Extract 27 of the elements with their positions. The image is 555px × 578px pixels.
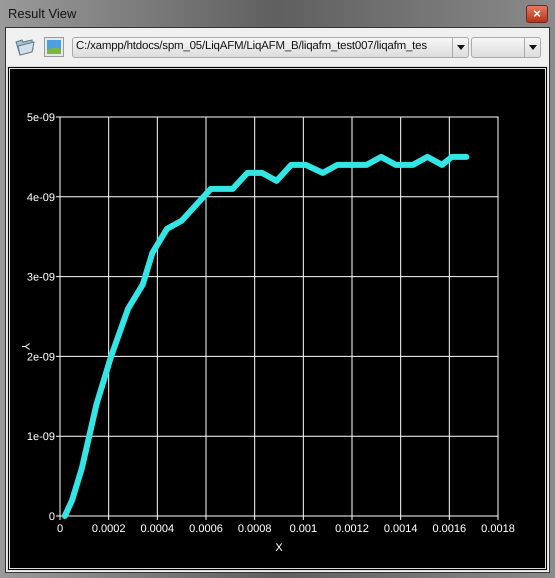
- x-axis-label: X: [275, 542, 283, 554]
- x-tick-label: 0.0004: [140, 523, 174, 535]
- y-tick-label: 5e-09: [26, 112, 55, 124]
- dropdown-arrow-icon: [456, 44, 464, 50]
- y-axis-label: Y: [19, 342, 31, 350]
- path-text: C:/xampp/htdocs/spm_05/LiqAFM/LiqAFM_B/liqafm_test007/liqafm_tes: [75, 39, 428, 54]
- x-tick-label: 0.001: [290, 523, 318, 535]
- window-title: Result View: [8, 4, 76, 23]
- x-tick-label: 0.0012: [335, 523, 369, 535]
- x-tick-label: 0.0016: [432, 523, 466, 535]
- x-tick-label: 0.0002: [92, 523, 126, 535]
- x-tick-label: 0: [56, 523, 64, 535]
- dropdown-arrow-icon: [528, 44, 536, 50]
- x-tick-label: 0.0018: [481, 523, 515, 535]
- y-tick-label: 3e-09: [26, 272, 55, 284]
- close-button[interactable]: ×: [526, 4, 548, 22]
- x-tick-label: 0.0006: [189, 523, 223, 535]
- empty-combo-box[interactable]: [471, 36, 541, 58]
- y-tick-label: 4e-09: [26, 192, 55, 204]
- y-tick-label: 0: [48, 511, 55, 523]
- x-tick-label: 0.0008: [238, 523, 272, 535]
- image-icon[interactable]: [44, 37, 64, 57]
- y-tick-label: 1e-09: [26, 431, 55, 444]
- path-combo-box[interactable]: C:/xampp/htdocs/spm_05/LiqAFM/LiqAFM_B/liqafm_test007/liqafm_tes: [72, 36, 469, 58]
- folder-icon[interactable]: [14, 37, 36, 57]
- x-tick-label: 0.0014: [384, 523, 418, 535]
- y-tick-label: 2e-09: [26, 351, 55, 364]
